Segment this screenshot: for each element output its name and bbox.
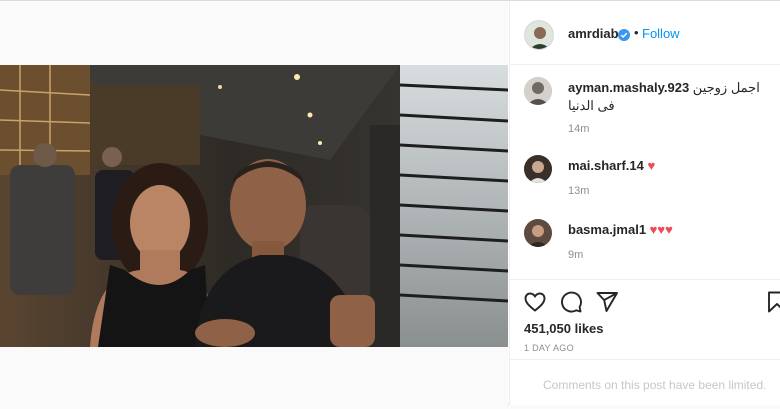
heart-emoji: ♥ bbox=[647, 158, 656, 173]
commenter-avatar[interactable] bbox=[524, 219, 552, 247]
comment-time[interactable]: 14m bbox=[568, 123, 589, 135]
like-icon[interactable] bbox=[523, 290, 547, 314]
comment-username[interactable]: ayman.mashaly.923 bbox=[568, 80, 689, 95]
post-sidebar: amrdiab • Follow ayman.mashaly.923 اجمل … bbox=[509, 1, 780, 405]
comment-username[interactable]: basma.jmal1 bbox=[568, 222, 646, 237]
post-date[interactable]: 1 DAY AGO bbox=[524, 343, 574, 353]
limited-notice-text: Comments on this post have been limited. bbox=[543, 378, 767, 392]
commenter-avatar[interactable] bbox=[524, 77, 552, 105]
comment-username[interactable]: mai.sharf.14 bbox=[568, 158, 644, 173]
post-actions: 451,050 likes 1 DAY AGO bbox=[510, 279, 780, 360]
media-area bbox=[0, 1, 508, 405]
comment-text-block: ayman.mashaly.923 اجمل زوجين فى الدنيا bbox=[568, 79, 768, 115]
comment-time[interactable]: 13m bbox=[568, 185, 589, 197]
comment-time[interactable]: 9m bbox=[568, 249, 583, 261]
comments-limited-notice: Comments on this post have been limited. bbox=[510, 359, 780, 405]
post-header: amrdiab • Follow bbox=[510, 1, 780, 65]
instagram-post: amrdiab • Follow ayman.mashaly.923 اجمل … bbox=[0, 0, 780, 405]
follow-button[interactable]: Follow bbox=[642, 26, 680, 41]
verified-badge-icon bbox=[618, 28, 630, 41]
heart-emoji: ♥♥♥ bbox=[649, 222, 673, 237]
header-separator: • bbox=[634, 25, 639, 40]
owner-username[interactable]: amrdiab bbox=[568, 26, 619, 41]
comment-icon[interactable] bbox=[559, 290, 583, 314]
comment-text-block: mai.sharf.14 ♥ bbox=[568, 157, 768, 175]
commenter-avatar[interactable] bbox=[524, 155, 552, 183]
comment-text-block: basma.jmal1 ♥♥♥ bbox=[568, 221, 768, 239]
post-photo[interactable] bbox=[0, 65, 508, 347]
owner-avatar[interactable] bbox=[524, 20, 554, 50]
save-icon[interactable] bbox=[765, 290, 780, 314]
share-icon[interactable] bbox=[595, 290, 619, 314]
likes-count[interactable]: 451,050 likes bbox=[524, 321, 604, 336]
